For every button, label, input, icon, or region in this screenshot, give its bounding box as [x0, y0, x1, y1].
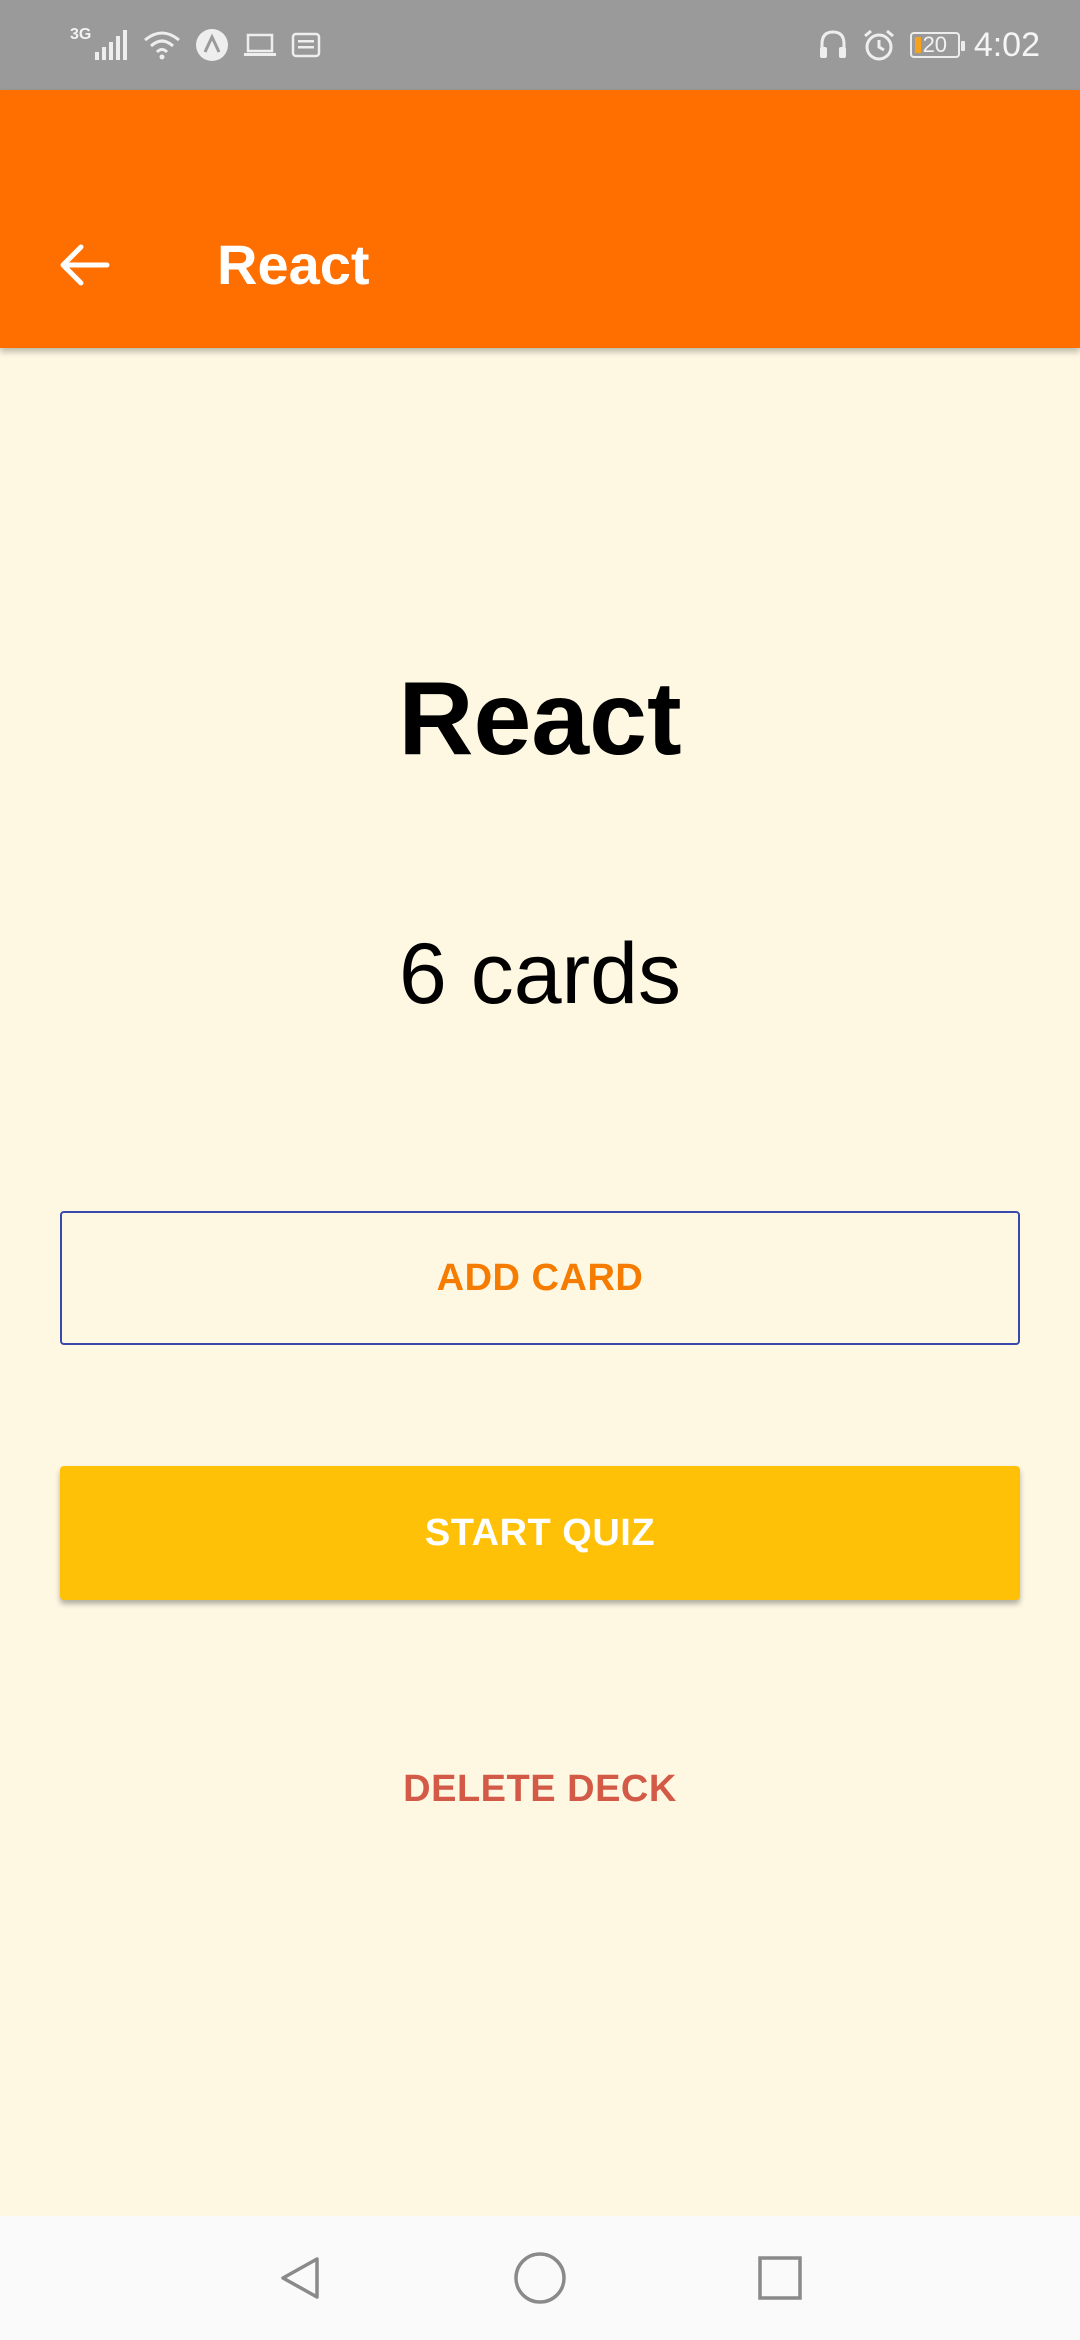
laptop-icon	[243, 32, 277, 58]
battery-icon: 20	[909, 32, 965, 58]
deck-title: React	[398, 661, 682, 777]
card-count: 6 cards	[398, 926, 682, 1022]
nav-home-button[interactable]	[498, 2236, 582, 2320]
signal-icon	[95, 30, 129, 60]
status-time: 4:02	[973, 25, 1040, 64]
back-button[interactable]	[50, 230, 120, 300]
network-type-label: 3G	[70, 26, 92, 43]
system-nav-bar	[0, 2216, 1080, 2340]
app-a-icon	[195, 28, 229, 62]
wifi-icon	[143, 30, 181, 60]
nav-home-icon	[513, 2251, 567, 2305]
battery-level-label: 20	[922, 32, 948, 57]
start-quiz-button[interactable]: START QUIZ	[60, 1466, 1020, 1600]
nav-recent-button[interactable]	[738, 2236, 822, 2320]
headphones-icon	[818, 29, 848, 61]
status-bar: 3G 20 4:02	[0, 0, 1080, 90]
notification-icon	[291, 32, 321, 58]
status-left-group: 3G	[70, 22, 321, 68]
battery-charge-indicator	[914, 37, 921, 53]
delete-deck-button[interactable]: DELETE DECK	[60, 1722, 1020, 1856]
add-card-button[interactable]: ADD CARD	[60, 1211, 1020, 1345]
nav-back-button[interactable]	[258, 2236, 342, 2320]
alarm-icon	[862, 28, 896, 62]
nav-back-icon	[275, 2253, 325, 2303]
status-right-group: 20 4:02	[818, 22, 1040, 68]
arrow-left-icon	[59, 243, 111, 287]
app-bar: React	[0, 90, 1080, 348]
app-bar-title: React	[217, 233, 370, 296]
nav-recent-icon	[756, 2254, 804, 2302]
